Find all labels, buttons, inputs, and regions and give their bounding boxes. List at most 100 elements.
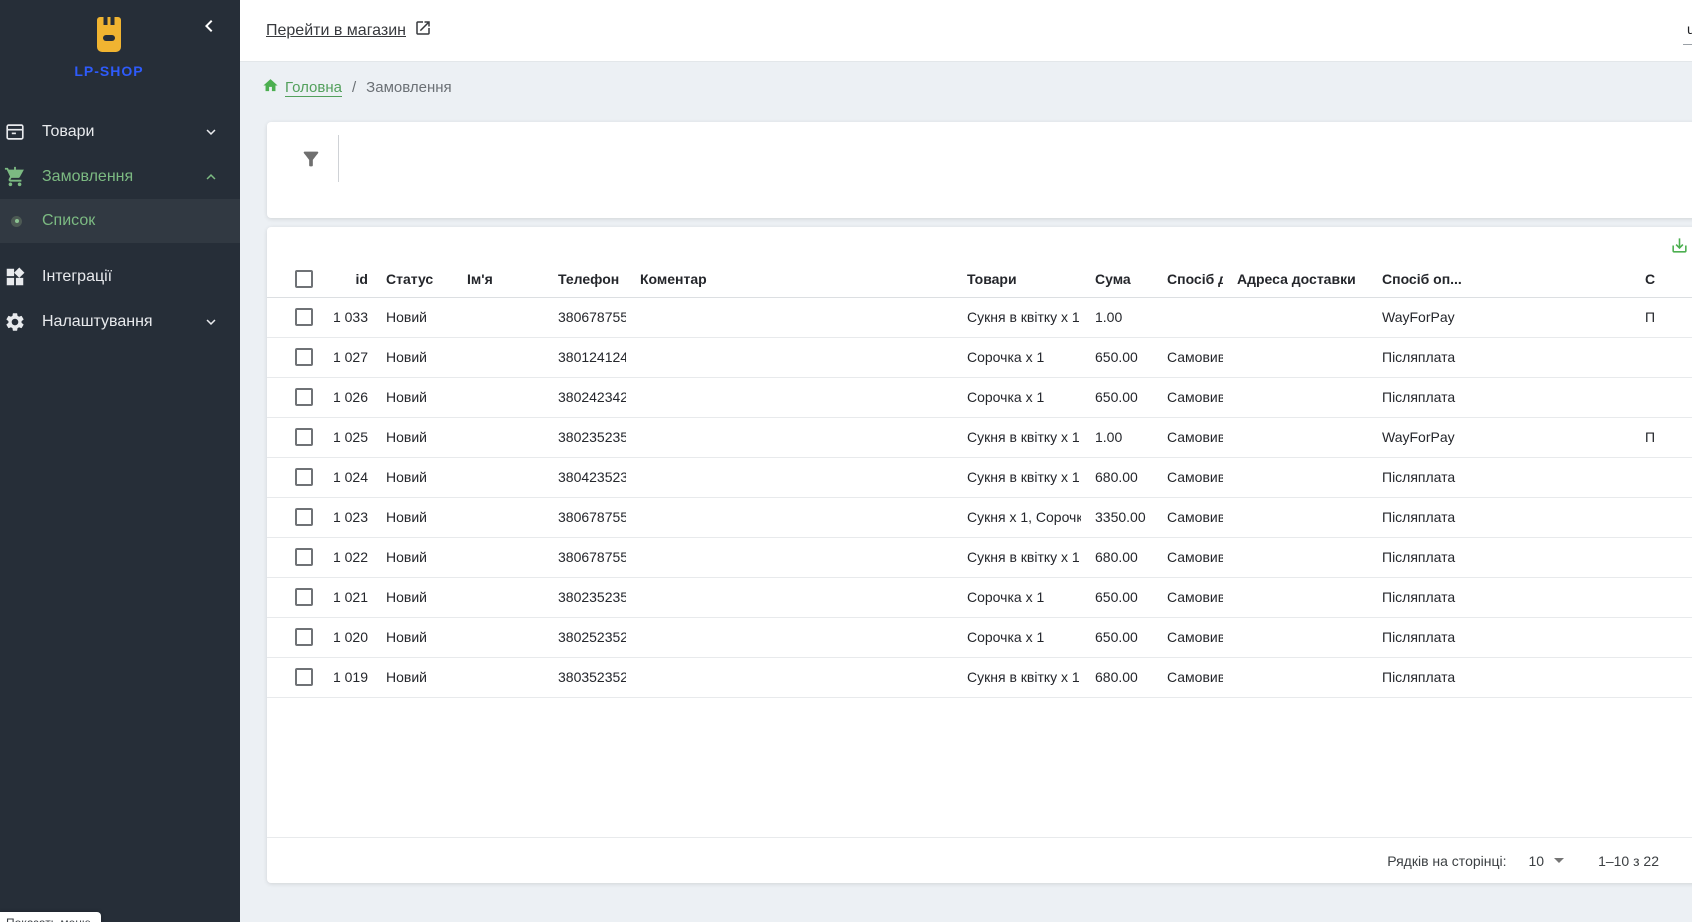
cell-payment_status	[1631, 337, 1692, 377]
column-header-sum[interactable]: Сума	[1081, 261, 1153, 297]
cell-payment: WayForPay	[1368, 297, 1631, 337]
sidebar-item-orders-list[interactable]: Список	[0, 199, 240, 243]
filter-button[interactable]	[300, 148, 322, 170]
chevron-down-icon	[202, 123, 220, 141]
column-header-delivery[interactable]: Спосіб до...	[1153, 261, 1223, 297]
cart-plus-icon	[3, 165, 27, 189]
main-area: Перейти в магазин uk Головн	[240, 0, 1692, 922]
logo-text: LP-SHOP	[74, 63, 143, 79]
cell-payment_status	[1631, 577, 1692, 617]
cell-id: 1 033	[323, 297, 372, 337]
orders-list-card: ЕКСПОРТ idСтатусІм'яТелефонКоментарТовар…	[267, 227, 1692, 883]
column-header-id[interactable]: id	[323, 261, 372, 297]
column-header-payment[interactable]: Спосіб оп...	[1368, 261, 1631, 297]
column-header-payment_status[interactable]: С	[1631, 261, 1692, 297]
export-button[interactable]: ЕКСПОРТ	[1670, 236, 1692, 258]
cell-payment: Післяплата	[1368, 377, 1631, 417]
column-header-comment[interactable]: Коментар	[626, 261, 953, 297]
language-select[interactable]: uk	[1683, 17, 1692, 45]
cell-name	[453, 377, 544, 417]
cell-delivery: Самовивіз	[1153, 577, 1223, 617]
table-row[interactable]: 1 019Новий380352352353Сукня в квітку x 1…	[267, 657, 1692, 697]
cell-id: 1 024	[323, 457, 372, 497]
cell-name	[453, 617, 544, 657]
cell-products: Сорочка x 1	[953, 577, 1081, 617]
sidebar-item-products[interactable]: Товари	[0, 109, 240, 154]
breadcrumb-home-link[interactable]: Головна	[262, 77, 342, 98]
cell-products: Сорочка x 1	[953, 377, 1081, 417]
cell-sum: 680.00	[1081, 457, 1153, 497]
filter-funnel-icon	[300, 158, 322, 173]
caret-down-icon	[1554, 858, 1564, 863]
cell-select	[267, 377, 323, 417]
cell-delivery: Самовивіз	[1153, 377, 1223, 417]
gear-icon	[3, 310, 27, 334]
column-header-address[interactable]: Адреса доставки	[1223, 261, 1368, 297]
cell-comment	[626, 417, 953, 457]
table-row[interactable]: 1 033Новий380678755765Сукня в квітку x 1…	[267, 297, 1692, 337]
cell-status: Новий	[372, 457, 453, 497]
cell-products: Сорочка x 1	[953, 337, 1081, 377]
row-checkbox[interactable]	[295, 468, 313, 486]
select-all-header	[267, 261, 323, 297]
cell-select	[267, 337, 323, 377]
pagination-range: 1–10 з 22	[1598, 853, 1659, 869]
table-row[interactable]: 1 025Новий380235235235Сукня в квітку x 1…	[267, 417, 1692, 457]
row-checkbox[interactable]	[295, 308, 313, 326]
sidebar-item-integrations[interactable]: Інтеграції	[0, 254, 240, 299]
cell-id: 1 023	[323, 497, 372, 537]
column-header-status[interactable]: Статус	[372, 261, 453, 297]
cell-select	[267, 457, 323, 497]
cell-id: 1 026	[323, 377, 372, 417]
breadcrumb-current: Замовлення	[366, 79, 451, 96]
show-menu-tooltip: Показать меню	[0, 912, 101, 922]
cell-name	[453, 457, 544, 497]
rows-per-page-value: 10	[1529, 853, 1545, 869]
table-row[interactable]: 1 021Новий380235235235Сорочка x 1650.00С…	[267, 577, 1692, 617]
column-header-products[interactable]: Товари	[953, 261, 1081, 297]
table-row[interactable]: 1 024Новий380423523523Сукня в квітку x 1…	[267, 457, 1692, 497]
sidebar-item-label: Замовлення	[42, 168, 202, 186]
cell-payment: Післяплата	[1368, 617, 1631, 657]
go-to-store-link[interactable]: Перейти в магазин	[266, 19, 432, 42]
cell-comment	[626, 297, 953, 337]
column-header-phone[interactable]: Телефон	[544, 261, 626, 297]
cell-address	[1223, 537, 1368, 577]
row-checkbox[interactable]	[295, 508, 313, 526]
table-row[interactable]: 1 022Новий380678755765Сукня в квітку x 1…	[267, 537, 1692, 577]
cell-name	[453, 297, 544, 337]
cell-select	[267, 537, 323, 577]
cell-address	[1223, 497, 1368, 537]
column-header-name[interactable]: Ім'я	[453, 261, 544, 297]
cell-select	[267, 297, 323, 337]
sidebar-item-label: Товари	[42, 123, 202, 141]
row-checkbox[interactable]	[295, 668, 313, 686]
sidebar-item-orders[interactable]: Замовлення	[0, 154, 240, 199]
row-checkbox[interactable]	[295, 388, 313, 406]
row-checkbox[interactable]	[295, 628, 313, 646]
row-checkbox[interactable]	[295, 548, 313, 566]
row-checkbox[interactable]	[295, 428, 313, 446]
cell-comment	[626, 617, 953, 657]
cell-products: Сукня в квітку x 1	[953, 417, 1081, 457]
cell-status: Новий	[372, 657, 453, 697]
cell-delivery: Самовивіз	[1153, 497, 1223, 537]
cell-products: Сукня в квітку x 1	[953, 457, 1081, 497]
cell-sum: 680.00	[1081, 657, 1153, 697]
sidebar-collapse-button[interactable]	[196, 14, 222, 40]
select-all-checkbox[interactable]	[295, 270, 313, 288]
cell-products: Сорочка x 1	[953, 617, 1081, 657]
chevron-up-icon	[202, 168, 220, 186]
row-checkbox[interactable]	[295, 588, 313, 606]
table-row[interactable]: 1 027Новий380124124124Сорочка x 1650.00С…	[267, 337, 1692, 377]
cell-payment_status	[1631, 657, 1692, 697]
row-checkbox[interactable]	[295, 348, 313, 366]
sidebar-item-settings[interactable]: Налаштування	[0, 299, 240, 344]
table-row[interactable]: 1 026Новий380242342342Сорочка x 1650.00С…	[267, 377, 1692, 417]
cell-phone: 380124124124	[544, 337, 626, 377]
cell-payment_status	[1631, 617, 1692, 657]
table-row[interactable]: 1 023Новий380678755722Сукня x 1, Сорочка…	[267, 497, 1692, 537]
cell-address	[1223, 337, 1368, 377]
rows-per-page-select[interactable]: 10	[1529, 853, 1565, 869]
table-row[interactable]: 1 020Новий380252352352Сорочка x 1650.00С…	[267, 617, 1692, 657]
